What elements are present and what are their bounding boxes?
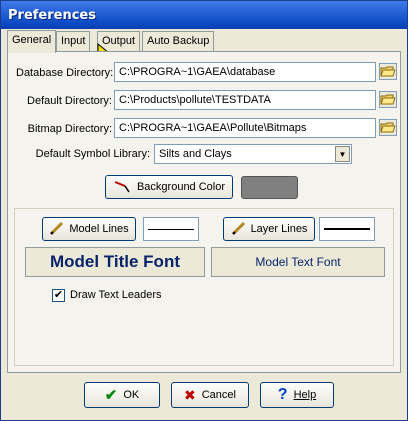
model-title-font-button[interactable]: Model Title Font [25, 247, 205, 277]
background-color-swatch[interactable] [241, 176, 298, 199]
line-font-settings-group: Model Lines Layer Lines Model Title Font… [14, 208, 394, 366]
model-line-sample [148, 229, 194, 230]
folder-icon[interactable] [379, 63, 397, 80]
layer-lines-label: Layer Lines [250, 223, 308, 235]
help-label: Help [293, 389, 317, 401]
background-color-button[interactable]: Background Color [105, 175, 233, 199]
chevron-down-icon[interactable]: ▼ [335, 146, 350, 162]
symbol-library-label: Default Symbol Library: [35, 148, 150, 160]
preferences-dialog: Preferences General Input Output Auto Ba… [0, 0, 408, 421]
pencil-icon [49, 220, 65, 239]
general-tab-panel: Database Directory: C:\PROGRA~1\GAEA\dat… [7, 51, 401, 373]
background-color-label: Background Color [136, 181, 226, 193]
tab-auto-backup[interactable]: Auto Backup [142, 31, 215, 51]
draw-text-leaders-label: Draw Text Leaders [70, 289, 162, 301]
help-button[interactable]: ? Help [260, 382, 334, 408]
model-lines-button[interactable]: Model Lines [42, 217, 136, 241]
check-icon: ✔ [104, 387, 118, 404]
pencil-icon [113, 178, 133, 197]
tab-input[interactable]: Input [56, 31, 91, 51]
database-directory-field[interactable]: C:\PROGRA~1\GAEA\database [114, 62, 376, 82]
default-directory-label: Default Directory: [27, 95, 112, 107]
symbol-library-value: Silts and Clays [159, 148, 232, 160]
model-lines-preview [143, 217, 199, 241]
question-icon: ? [277, 386, 288, 403]
title-bar[interactable]: Preferences [1, 1, 407, 29]
folder-icon[interactable] [379, 119, 397, 136]
ok-label: OK [123, 389, 140, 401]
layer-lines-preview [319, 217, 375, 241]
x-icon: ✖ [184, 386, 196, 403]
layer-lines-button[interactable]: Layer Lines [223, 217, 315, 241]
symbol-library-select[interactable]: Silts and Clays ▼ [154, 144, 352, 164]
model-lines-label: Model Lines [69, 223, 129, 235]
cancel-label: Cancel [201, 389, 236, 401]
folder-icon[interactable] [379, 91, 397, 108]
tab-general[interactable]: General [7, 30, 57, 53]
database-directory-label: Database Directory: [16, 67, 114, 79]
ok-button[interactable]: ✔ OK [84, 382, 160, 408]
model-text-font-button[interactable]: Model Text Font [211, 247, 385, 277]
window-title: Preferences [8, 8, 96, 23]
cancel-button[interactable]: ✖ Cancel [171, 382, 249, 408]
bitmap-directory-field[interactable]: C:\PROGRA~1\GAEA\Pollute\Bitmaps [114, 118, 376, 138]
bitmap-directory-label: Bitmap Directory: [27, 123, 112, 135]
pencil-icon [231, 220, 247, 239]
draw-text-leaders-checkbox[interactable]: ✔ [52, 289, 65, 302]
layer-line-sample [324, 228, 370, 230]
default-directory-field[interactable]: C:\Products\pollute\TESTDATA [114, 90, 376, 110]
